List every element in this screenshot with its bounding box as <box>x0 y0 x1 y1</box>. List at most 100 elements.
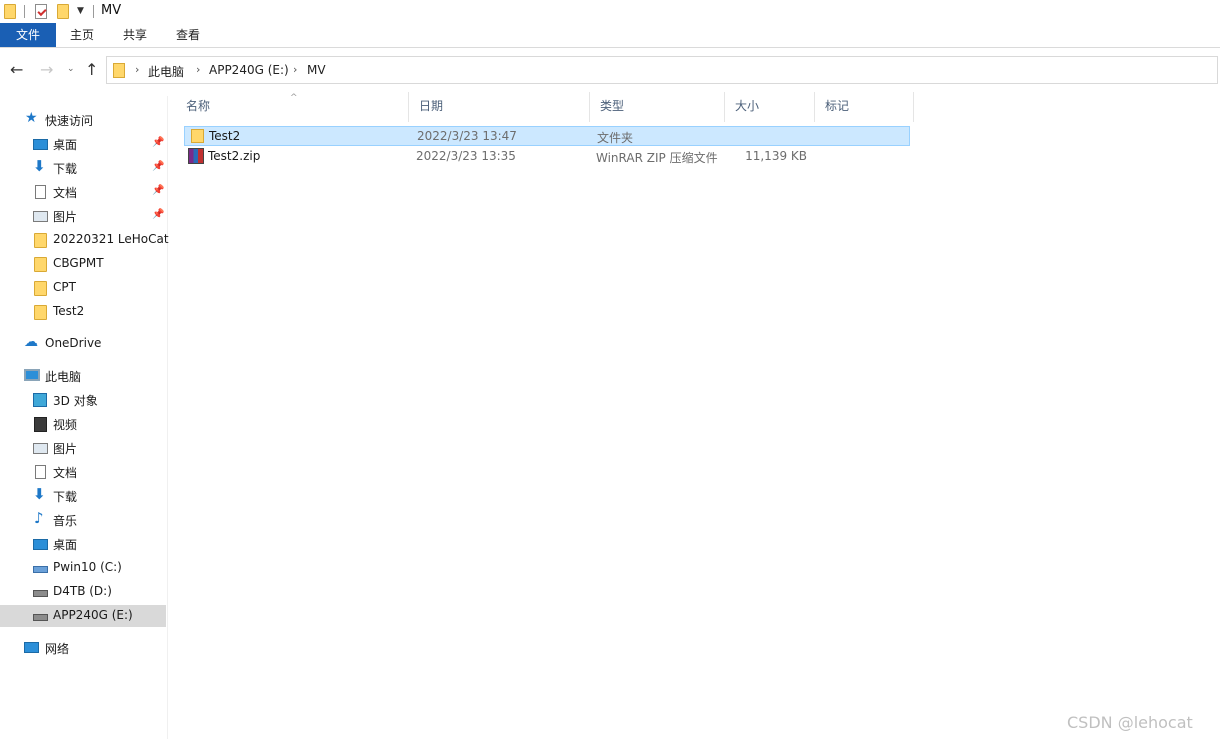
sidebar-item-downloads[interactable]: ⬇ 下载 <box>0 485 166 507</box>
new-folder-icon[interactable] <box>57 4 69 19</box>
video-icon <box>34 417 47 432</box>
drive-icon <box>33 590 48 597</box>
sidebar-item-recent-folder[interactable]: Test2 <box>0 301 166 323</box>
properties-icon[interactable] <box>35 4 47 19</box>
sidebar-item-documents[interactable]: 文档 📌 <box>0 181 166 203</box>
cloud-icon: ☁ <box>24 334 38 350</box>
sidebar-item-label: 桌面 <box>53 138 78 152</box>
star-icon: ★ <box>25 110 38 126</box>
download-icon: ⬇ <box>33 157 46 175</box>
column-header-label: 日期 <box>419 99 444 113</box>
computer-icon <box>24 369 40 381</box>
sidebar-item-label: 文档 <box>53 466 78 480</box>
sidebar-item-desktop[interactable]: 桌面 <box>0 533 166 555</box>
sidebar-item-3d-objects[interactable]: 3D 对象 <box>0 389 166 411</box>
sidebar-item-drive-d[interactable]: D4TB (D:) <box>0 581 166 603</box>
file-date: 2022/3/23 13:47 <box>417 129 517 143</box>
sidebar-item-drive-e[interactable]: APP240G (E:) <box>0 605 166 627</box>
sidebar-item-label: 图片 <box>53 210 78 224</box>
winrar-zip-icon <box>188 148 204 164</box>
sidebar-item-label: D4TB (D:) <box>53 584 112 598</box>
file-type: 文件夹 <box>597 131 634 145</box>
folder-icon <box>34 257 47 272</box>
table-row[interactable]: Test2 2022/3/23 13:47 文件夹 <box>184 126 910 146</box>
column-header-size[interactable]: 大小 <box>725 92 815 122</box>
column-header-name[interactable]: 名称 ^ <box>176 92 409 122</box>
sidebar-item-videos[interactable]: 视频 <box>0 413 166 435</box>
sidebar-item-recent-folder[interactable]: CPT <box>0 277 166 299</box>
breadcrumb-mv[interactable]: MV <box>307 63 326 77</box>
folder-icon <box>4 4 16 19</box>
folder-icon <box>191 129 204 143</box>
sidebar-item-label: 文档 <box>53 186 78 200</box>
file-date: 2022/3/23 13:35 <box>416 149 516 163</box>
sidebar-item-documents[interactable]: 文档 <box>0 461 166 483</box>
column-header-label: 标记 <box>825 99 850 113</box>
sidebar-item-label: 20220321 LeHoCat <box>53 232 169 246</box>
table-row[interactable]: Test2.zip 2022/3/23 13:35 WinRAR ZIP 压缩文… <box>184 147 910 167</box>
pin-icon: 📌 <box>152 161 165 172</box>
tab-share[interactable]: 共享 <box>113 23 157 47</box>
address-bar[interactable]: › 此电脑 › APP240G (E:) › MV <box>106 56 1218 84</box>
column-header-tags[interactable]: 标记 <box>815 92 914 122</box>
desktop-icon <box>33 139 48 150</box>
sort-ascending-icon: ^ <box>290 93 298 103</box>
picture-icon <box>33 211 48 222</box>
separator <box>93 5 94 18</box>
document-icon <box>35 465 46 479</box>
folder-icon <box>34 305 47 320</box>
sidebar-item-label: Pwin10 (C:) <box>53 560 122 574</box>
folder-icon <box>34 233 47 248</box>
folder-icon <box>113 63 125 78</box>
desktop-icon <box>33 539 48 550</box>
breadcrumb-drive[interactable]: APP240G (E:) <box>209 63 289 77</box>
sidebar-item-label: 快速访问 <box>45 114 94 128</box>
sidebar-item-quick-access[interactable]: ★ 快速访问 <box>0 109 166 131</box>
folder-icon <box>34 281 47 296</box>
title-bar: ▼ MV <box>0 0 1220 22</box>
3d-objects-icon <box>33 393 47 407</box>
sidebar-item-label: CBGPMT <box>53 256 104 270</box>
sidebar-item-label: OneDrive <box>45 336 102 350</box>
sidebar-item-recent-folder[interactable]: CBGPMT <box>0 253 166 275</box>
document-icon <box>35 185 46 199</box>
sidebar-item-label: 3D 对象 <box>53 394 98 408</box>
file-name: Test2 <box>209 129 241 143</box>
up-arrow-icon[interactable]: ↑ <box>85 60 98 79</box>
forward-arrow-icon[interactable]: → <box>40 60 53 79</box>
tab-home[interactable]: 主页 <box>60 23 104 47</box>
chevron-right-icon[interactable]: › <box>135 63 139 76</box>
sidebar-item-recent-folder[interactable]: 20220321 LeHoCat <box>0 229 169 251</box>
sidebar-item-desktop[interactable]: 桌面 📌 <box>0 133 166 155</box>
sidebar-item-music[interactable]: ♪ 音乐 <box>0 509 166 531</box>
pin-icon: 📌 <box>152 209 165 220</box>
recent-locations-chevron-icon[interactable]: ⌄ <box>67 64 75 74</box>
sidebar-item-label: 视频 <box>53 418 78 432</box>
column-header-label: 名称 <box>186 99 211 113</box>
sidebar-item-label: Test2 <box>53 304 85 318</box>
sidebar-item-network[interactable]: 网络 <box>0 637 166 659</box>
column-header-date[interactable]: 日期 <box>409 92 590 122</box>
back-arrow-icon[interactable]: ← <box>10 60 23 79</box>
sidebar-item-label: 下载 <box>53 162 78 176</box>
sidebar-item-label: 图片 <box>53 442 78 456</box>
breadcrumb-this-pc[interactable]: 此电脑 <box>148 63 184 80</box>
chevron-right-icon[interactable]: › <box>196 63 200 76</box>
sidebar-item-label: APP240G (E:) <box>53 608 133 622</box>
sidebar-item-onedrive[interactable]: ☁ OneDrive <box>0 333 166 355</box>
sidebar-item-label: CPT <box>53 280 76 294</box>
sidebar-item-pictures[interactable]: 图片 📌 <box>0 205 166 227</box>
sidebar-item-downloads[interactable]: ⬇ 下载 📌 <box>0 157 166 179</box>
chevron-right-icon[interactable]: › <box>293 63 297 76</box>
tab-view[interactable]: 查看 <box>166 23 210 47</box>
network-icon <box>24 642 39 653</box>
sidebar-item-label: 音乐 <box>53 514 78 528</box>
sidebar-item-pictures[interactable]: 图片 <box>0 437 166 459</box>
column-header-type[interactable]: 类型 <box>590 92 725 122</box>
sidebar-item-drive-c[interactable]: Pwin10 (C:) <box>0 557 166 579</box>
sidebar-item-label: 下载 <box>53 490 78 504</box>
sidebar-item-label: 此电脑 <box>45 370 82 384</box>
tab-file[interactable]: 文件 <box>0 23 56 47</box>
customize-quick-access-icon[interactable]: ▼ <box>77 6 84 16</box>
sidebar-item-this-pc[interactable]: 此电脑 <box>0 365 166 387</box>
